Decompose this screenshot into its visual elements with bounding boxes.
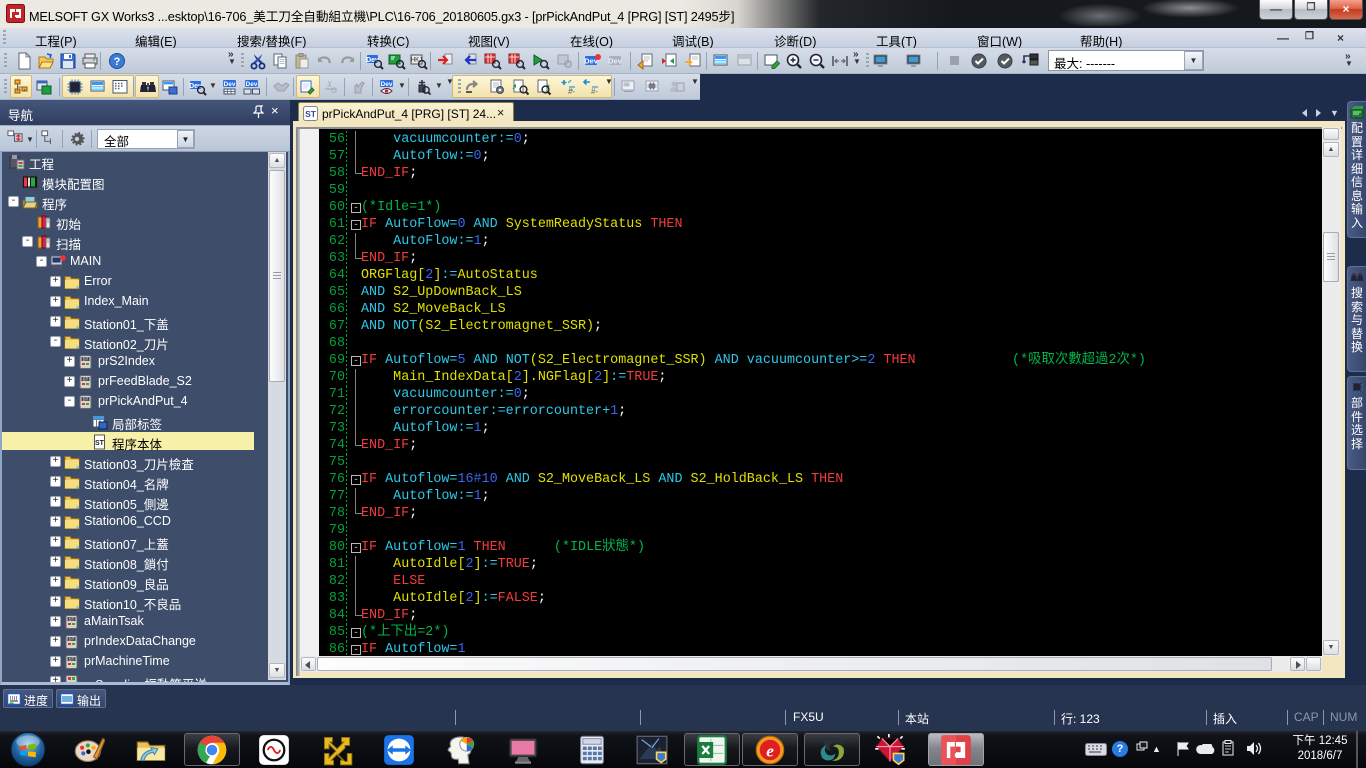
svg-text:Dev: Dev bbox=[246, 81, 258, 88]
svg-text:ST: ST bbox=[69, 657, 75, 662]
svg-text:#-: #- bbox=[568, 87, 575, 96]
svg-text:?: ? bbox=[114, 56, 121, 68]
svg-text:ST: ST bbox=[83, 397, 89, 402]
svg-text:e: e bbox=[766, 741, 774, 760]
svg-text:ST: ST bbox=[69, 617, 75, 622]
svg-text:ST: ST bbox=[95, 440, 105, 447]
svg-text:ST: ST bbox=[83, 377, 89, 382]
svg-text:ST: ST bbox=[69, 637, 75, 642]
svg-text:O: O bbox=[331, 86, 337, 95]
svg-text:#-: #- bbox=[591, 87, 598, 96]
svg-text:Dev: Dev bbox=[608, 57, 623, 66]
svg-text:Dev: Dev bbox=[381, 81, 393, 88]
svg-text:ST: ST bbox=[305, 109, 317, 119]
svg-text:ST: ST bbox=[83, 357, 89, 362]
svg-text:Dev: Dev bbox=[224, 81, 236, 88]
